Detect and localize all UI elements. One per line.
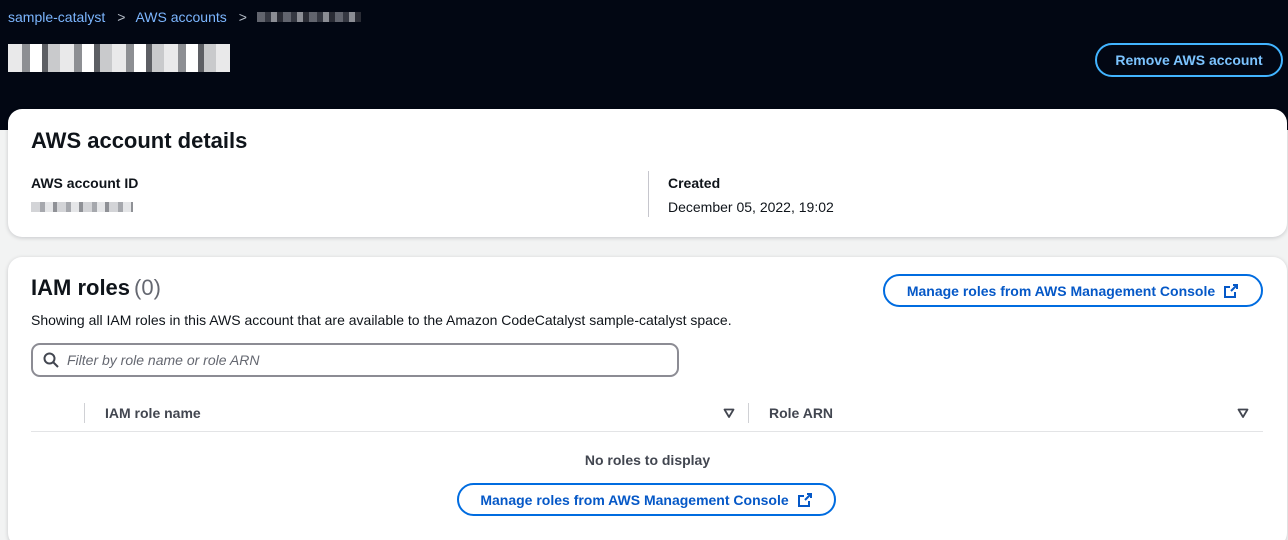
empty-state-manage-roles-label: Manage roles from AWS Management Console xyxy=(480,491,789,508)
remove-aws-account-button[interactable]: Remove AWS account xyxy=(1095,43,1283,77)
account-id-value-redacted xyxy=(31,202,133,212)
sort-caret-down-icon[interactable] xyxy=(723,407,735,419)
roles-count: (0) xyxy=(134,275,161,300)
breadcrumb-space-link[interactable]: sample-catalyst xyxy=(8,9,105,25)
empty-state-message: No roles to display xyxy=(584,452,711,468)
chevron-right-icon: > xyxy=(117,9,126,25)
breadcrumb-current-account-redacted xyxy=(256,12,361,22)
page-title-redacted xyxy=(8,44,230,72)
column-divider xyxy=(648,171,649,217)
manage-roles-console-button[interactable]: Manage roles from AWS Management Console xyxy=(883,274,1263,307)
roles-title: IAM roles (0) xyxy=(31,275,161,301)
sort-caret-down-icon[interactable] xyxy=(1237,407,1249,419)
breadcrumb-aws-accounts-link[interactable]: AWS accounts xyxy=(135,9,226,25)
column-header-iam-role-name[interactable]: IAM role name xyxy=(105,405,201,421)
details-title: AWS account details xyxy=(31,128,248,153)
filter-input[interactable] xyxy=(67,352,647,368)
aws-account-details-card: AWS account details AWS account ID Creat… xyxy=(8,109,1287,237)
manage-roles-button-label: Manage roles from AWS Management Console xyxy=(906,282,1216,299)
column-divider xyxy=(748,403,749,423)
search-icon xyxy=(43,352,59,368)
column-header-role-arn[interactable]: Role ARN xyxy=(769,405,833,421)
chevron-right-icon: > xyxy=(238,9,247,25)
created-label: Created xyxy=(668,175,721,191)
created-value: December 05, 2022, 19:02 xyxy=(668,199,834,215)
column-divider xyxy=(84,403,85,423)
filter-field[interactable] xyxy=(31,343,679,377)
empty-state-manage-roles-button[interactable]: Manage roles from AWS Management Console xyxy=(457,483,836,516)
iam-roles-card: IAM roles (0) Manage roles from AWS Manag… xyxy=(8,257,1287,540)
account-id-label: AWS account ID xyxy=(31,175,139,191)
external-link-icon xyxy=(797,492,812,507)
roles-description: Showing all IAM roles in this AWS accoun… xyxy=(31,312,732,328)
roles-title-text: IAM roles xyxy=(31,275,131,300)
external-link-icon xyxy=(1224,283,1239,298)
roles-table-header: IAM role name Role ARN xyxy=(31,395,1263,432)
breadcrumb: sample-catalyst > AWS accounts > xyxy=(8,8,361,26)
